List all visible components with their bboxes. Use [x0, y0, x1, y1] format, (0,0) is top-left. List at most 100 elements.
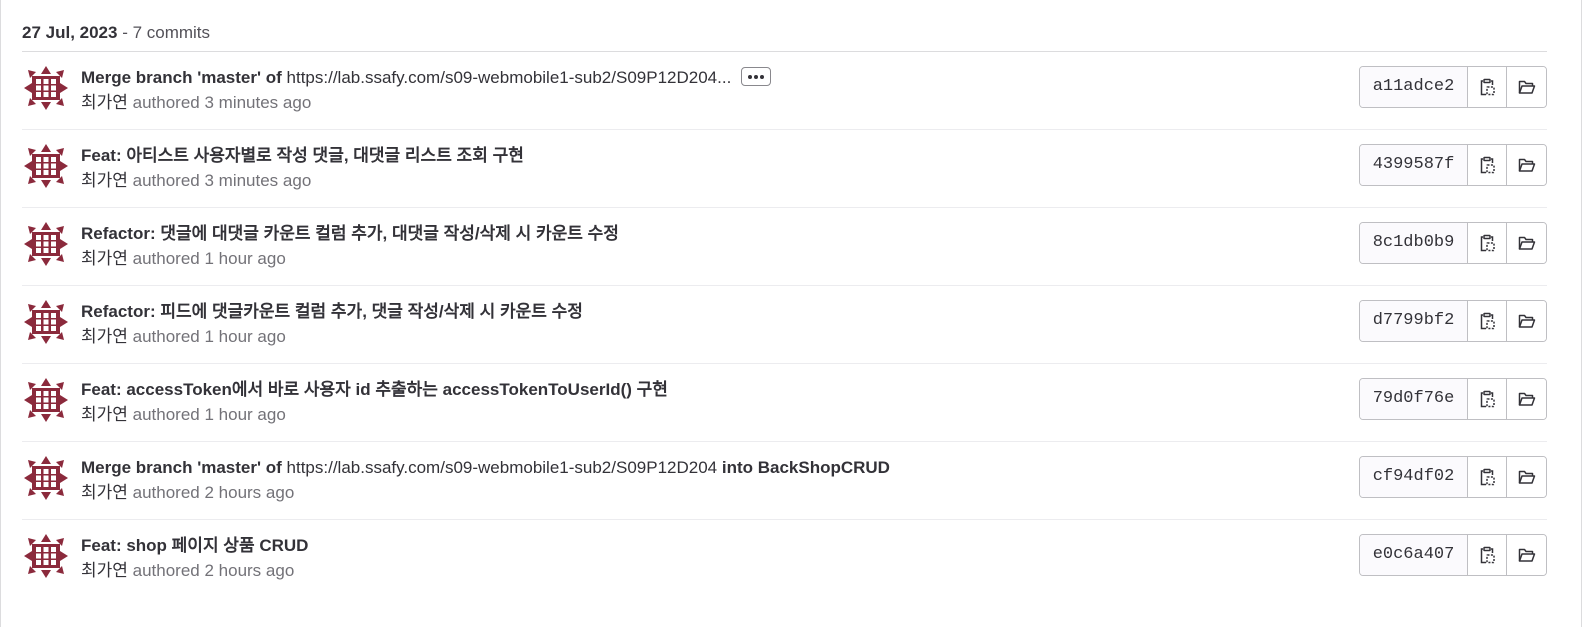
identicon-avatar[interactable] — [22, 532, 70, 580]
commit-actions: cf94df02 — [1359, 456, 1547, 498]
commit-title-prefix[interactable]: Merge branch 'master' of — [81, 68, 287, 87]
commit-title-text[interactable]: Refactor: 댓글에 대댓글 카운트 컬럼 추가, 대댓글 작성/삭제 시… — [81, 224, 619, 243]
identicon-avatar[interactable] — [22, 142, 70, 190]
commit-actions: a11adce2 — [1359, 66, 1547, 108]
commit-author[interactable]: 최가연 — [81, 405, 128, 424]
commit-title-suffix[interactable]: into BackShopCRUD — [717, 458, 890, 477]
commit-meta: 최가연 authored 3 minutes ago — [81, 169, 1347, 193]
copy-to-clipboard-icon — [1478, 546, 1496, 564]
commit-info: Refactor: 피드에 댓글카운트 컬럼 추가, 댓글 작성/삭제 시 카운… — [81, 300, 1347, 349]
copy-to-clipboard-icon — [1478, 234, 1496, 252]
copy-sha-button[interactable] — [1468, 457, 1507, 497]
folder-open-icon — [1518, 546, 1536, 564]
identicon-avatar[interactable] — [22, 454, 70, 502]
commit-info: Refactor: 댓글에 대댓글 카운트 컬럼 추가, 대댓글 작성/삭제 시… — [81, 222, 1347, 271]
commit-sha-button[interactable]: 4399587f — [1360, 145, 1468, 185]
commit-meta: 최가연 authored 3 minutes ago — [81, 91, 1347, 115]
commit-title-url[interactable]: https://lab.ssafy.com/s09-webmobile1-sub… — [287, 458, 718, 477]
copy-to-clipboard-icon — [1478, 468, 1496, 486]
browse-files-button[interactable] — [1507, 301, 1546, 341]
commit-title[interactable]: Refactor: 댓글에 대댓글 카운트 컬럼 추가, 대댓글 작성/삭제 시… — [81, 222, 1347, 246]
commit-time: authored 1 hour ago — [127, 327, 286, 346]
commit-title[interactable]: Feat: accessToken에서 바로 사용자 id 추출하는 acces… — [81, 378, 1347, 402]
commit-meta: 최가연 authored 1 hour ago — [81, 403, 1347, 427]
identicon-avatar[interactable] — [22, 64, 70, 112]
commit-title[interactable]: Merge branch 'master' of https://lab.ssa… — [81, 456, 1347, 480]
commit-sha-button[interactable]: 79d0f76e — [1360, 379, 1468, 419]
identicon-avatar[interactable] — [22, 220, 70, 268]
commit-time: authored 3 minutes ago — [127, 93, 312, 112]
commit-meta: 최가연 authored 2 hours ago — [81, 481, 1347, 505]
copy-sha-button[interactable] — [1468, 535, 1507, 575]
commit-row: Refactor: 피드에 댓글카운트 컬럼 추가, 댓글 작성/삭제 시 카운… — [22, 286, 1547, 364]
copy-sha-button[interactable] — [1468, 145, 1507, 185]
commit-info: Merge branch 'master' of https://lab.ssa… — [81, 456, 1347, 505]
commit-info: Feat: shop 페이지 상품 CRUD 최가연 authored 2 ho… — [81, 534, 1347, 583]
commit-info: Merge branch 'master' of https://lab.ssa… — [81, 66, 1347, 115]
commit-author[interactable]: 최가연 — [81, 327, 128, 346]
browse-files-button[interactable] — [1507, 145, 1546, 185]
ellipsis-icon — [754, 75, 759, 80]
commit-title[interactable]: Feat: 아티스트 사용자별로 작성 댓글, 대댓글 리스트 조회 구현 — [81, 144, 1347, 168]
commit-title-text[interactable]: Feat: accessToken에서 바로 사용자 id 추출하는 acces… — [81, 380, 668, 399]
commit-title-text[interactable]: Feat: 아티스트 사용자별로 작성 댓글, 대댓글 리스트 조회 구현 — [81, 146, 524, 165]
copy-to-clipboard-icon — [1478, 156, 1496, 174]
commit-title[interactable]: Feat: shop 페이지 상품 CRUD — [81, 534, 1347, 558]
commit-title-prefix[interactable]: Merge branch 'master' of — [81, 458, 287, 477]
commit-time: authored 3 minutes ago — [127, 171, 312, 190]
commit-title-text[interactable]: Refactor: 피드에 댓글카운트 컬럼 추가, 댓글 작성/삭제 시 카운… — [81, 302, 583, 321]
commit-row: Merge branch 'master' of https://lab.ssa… — [22, 442, 1547, 520]
copy-to-clipboard-icon — [1478, 312, 1496, 330]
commit-sha-button[interactable]: e0c6a407 — [1360, 535, 1468, 575]
commit-row: Feat: 아티스트 사용자별로 작성 댓글, 대댓글 리스트 조회 구현 최가… — [22, 130, 1547, 208]
commit-author[interactable]: 최가연 — [81, 171, 128, 190]
copy-to-clipboard-icon — [1478, 390, 1496, 408]
commit-sha-button[interactable]: d7799bf2 — [1360, 301, 1468, 341]
commit-row: Feat: shop 페이지 상품 CRUD 최가연 authored 2 ho… — [22, 520, 1547, 598]
identicon-avatar[interactable] — [22, 376, 70, 424]
commit-list: Merge branch 'master' of https://lab.ssa… — [22, 52, 1547, 598]
browse-files-button[interactable] — [1507, 457, 1546, 497]
commit-actions: e0c6a407 — [1359, 534, 1547, 576]
identicon-avatar[interactable] — [22, 298, 70, 346]
folder-open-icon — [1518, 234, 1536, 252]
commit-info: Feat: accessToken에서 바로 사용자 id 추출하는 acces… — [81, 378, 1347, 427]
commit-row: Merge branch 'master' of https://lab.ssa… — [22, 52, 1547, 130]
commit-sha-button[interactable]: a11adce2 — [1360, 67, 1468, 107]
commit-row: Refactor: 댓글에 대댓글 카운트 컬럼 추가, 대댓글 작성/삭제 시… — [22, 208, 1547, 286]
expand-description-button[interactable] — [741, 67, 772, 87]
commit-time: authored 1 hour ago — [127, 249, 286, 268]
commit-row: Feat: accessToken에서 바로 사용자 id 추출하는 acces… — [22, 364, 1547, 442]
commit-time: authored 2 hours ago — [127, 561, 295, 580]
commit-meta: 최가연 authored 2 hours ago — [81, 559, 1347, 583]
commit-count: - 7 commits — [117, 23, 211, 42]
commit-author[interactable]: 최가연 — [81, 249, 128, 268]
commit-sha-button[interactable]: cf94df02 — [1360, 457, 1468, 497]
commit-author[interactable]: 최가연 — [81, 483, 128, 502]
browse-files-button[interactable] — [1507, 67, 1546, 107]
ellipsis-icon — [748, 75, 753, 80]
commit-time: authored 1 hour ago — [127, 405, 286, 424]
copy-to-clipboard-icon — [1478, 78, 1496, 96]
browse-files-button[interactable] — [1507, 379, 1546, 419]
commit-time: authored 2 hours ago — [127, 483, 295, 502]
copy-sha-button[interactable] — [1468, 67, 1507, 107]
copy-sha-button[interactable] — [1468, 379, 1507, 419]
commit-meta: 최가연 authored 1 hour ago — [81, 247, 1347, 271]
commit-author[interactable]: 최가연 — [81, 561, 128, 580]
commit-actions: 8c1db0b9 — [1359, 222, 1547, 264]
copy-sha-button[interactable] — [1468, 301, 1507, 341]
commit-date: 27 Jul, 2023 — [22, 23, 118, 42]
commit-meta: 최가연 authored 1 hour ago — [81, 325, 1347, 349]
browse-files-button[interactable] — [1507, 535, 1546, 575]
browse-files-button[interactable] — [1507, 223, 1546, 263]
copy-sha-button[interactable] — [1468, 223, 1507, 263]
commit-title[interactable]: Merge branch 'master' of https://lab.ssa… — [81, 66, 1347, 90]
commit-author[interactable]: 최가연 — [81, 93, 128, 112]
commit-title[interactable]: Refactor: 피드에 댓글카운트 컬럼 추가, 댓글 작성/삭제 시 카운… — [81, 300, 1347, 324]
ellipsis-icon — [760, 75, 765, 80]
commit-sha-button[interactable]: 8c1db0b9 — [1360, 223, 1468, 263]
commit-title-text[interactable]: Feat: shop 페이지 상품 CRUD — [81, 536, 308, 555]
commit-info: Feat: 아티스트 사용자별로 작성 댓글, 대댓글 리스트 조회 구현 최가… — [81, 144, 1347, 193]
commit-title-url[interactable]: https://lab.ssafy.com/s09-webmobile1-sub… — [287, 68, 732, 87]
